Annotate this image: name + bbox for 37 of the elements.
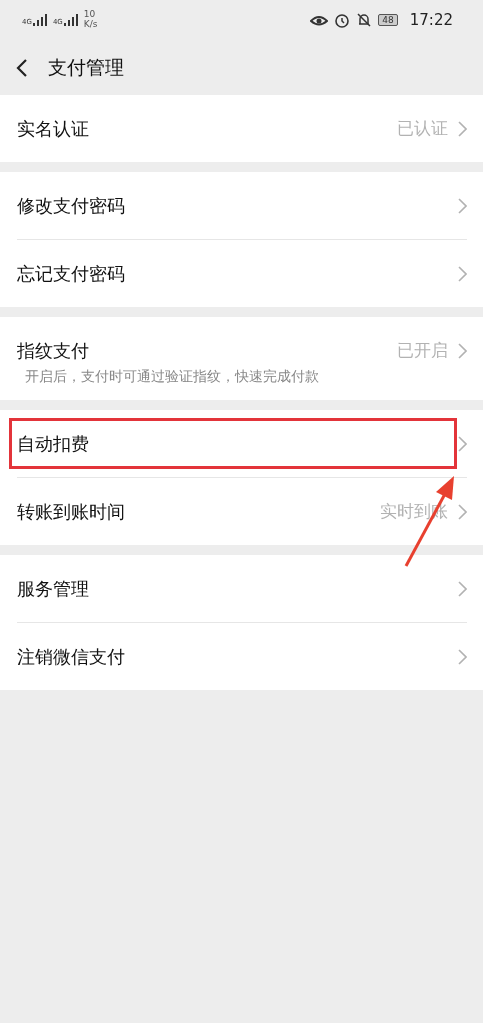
row-value: 已开启 [397,339,448,362]
settings-row[interactable]: 注销微信支付 [0,622,483,690]
settings-row[interactable]: 服务管理 [0,555,483,622]
settings-row[interactable]: 修改支付密码 [0,172,483,239]
alarm-icon [334,12,351,28]
chevron-icon [458,435,467,452]
muted-bell-icon [356,12,373,28]
speed-value: 10 [83,10,97,20]
battery-level: 48 [378,14,398,26]
row-label: 注销微信支付 [17,644,125,669]
clock-time: 17:22 [409,11,453,29]
chevron-icon [458,120,467,137]
chevron-icon [458,503,467,520]
chevron-icon [458,342,467,359]
signal-icon [32,14,47,26]
settings-row[interactable]: 自动扣费 [0,410,483,477]
row-label: 实名认证 [17,116,89,141]
settings-row[interactable]: 指纹支付 已开启 开启后，支付时可通过验证指纹，快速完成付款 [0,317,483,400]
page-title: 支付管理 [48,54,124,80]
row-label: 忘记支付密码 [17,261,125,286]
row-label: 转账到账时间 [17,499,125,524]
row-label: 修改支付密码 [17,193,125,218]
row-label: 服务管理 [17,576,89,601]
speed-unit: K/s [83,20,98,30]
row-label: 指纹支付 [17,338,89,363]
eye-icon [310,13,329,27]
chevron-icon [458,648,467,665]
settings-row[interactable]: 忘记支付密码 [0,239,483,307]
row-label: 自动扣费 [17,431,89,456]
row-note: 开启后，支付时可通过验证指纹，快速完成付款 [24,368,320,386]
settings-row[interactable]: 实名认证 已认证 [0,95,483,162]
row-value: 已认证 [397,117,448,140]
signal-icon [63,14,78,26]
chevron-icon [458,197,467,214]
chevron-icon [458,580,467,597]
chevron-icon [458,265,467,282]
back-icon[interactable] [16,57,28,78]
